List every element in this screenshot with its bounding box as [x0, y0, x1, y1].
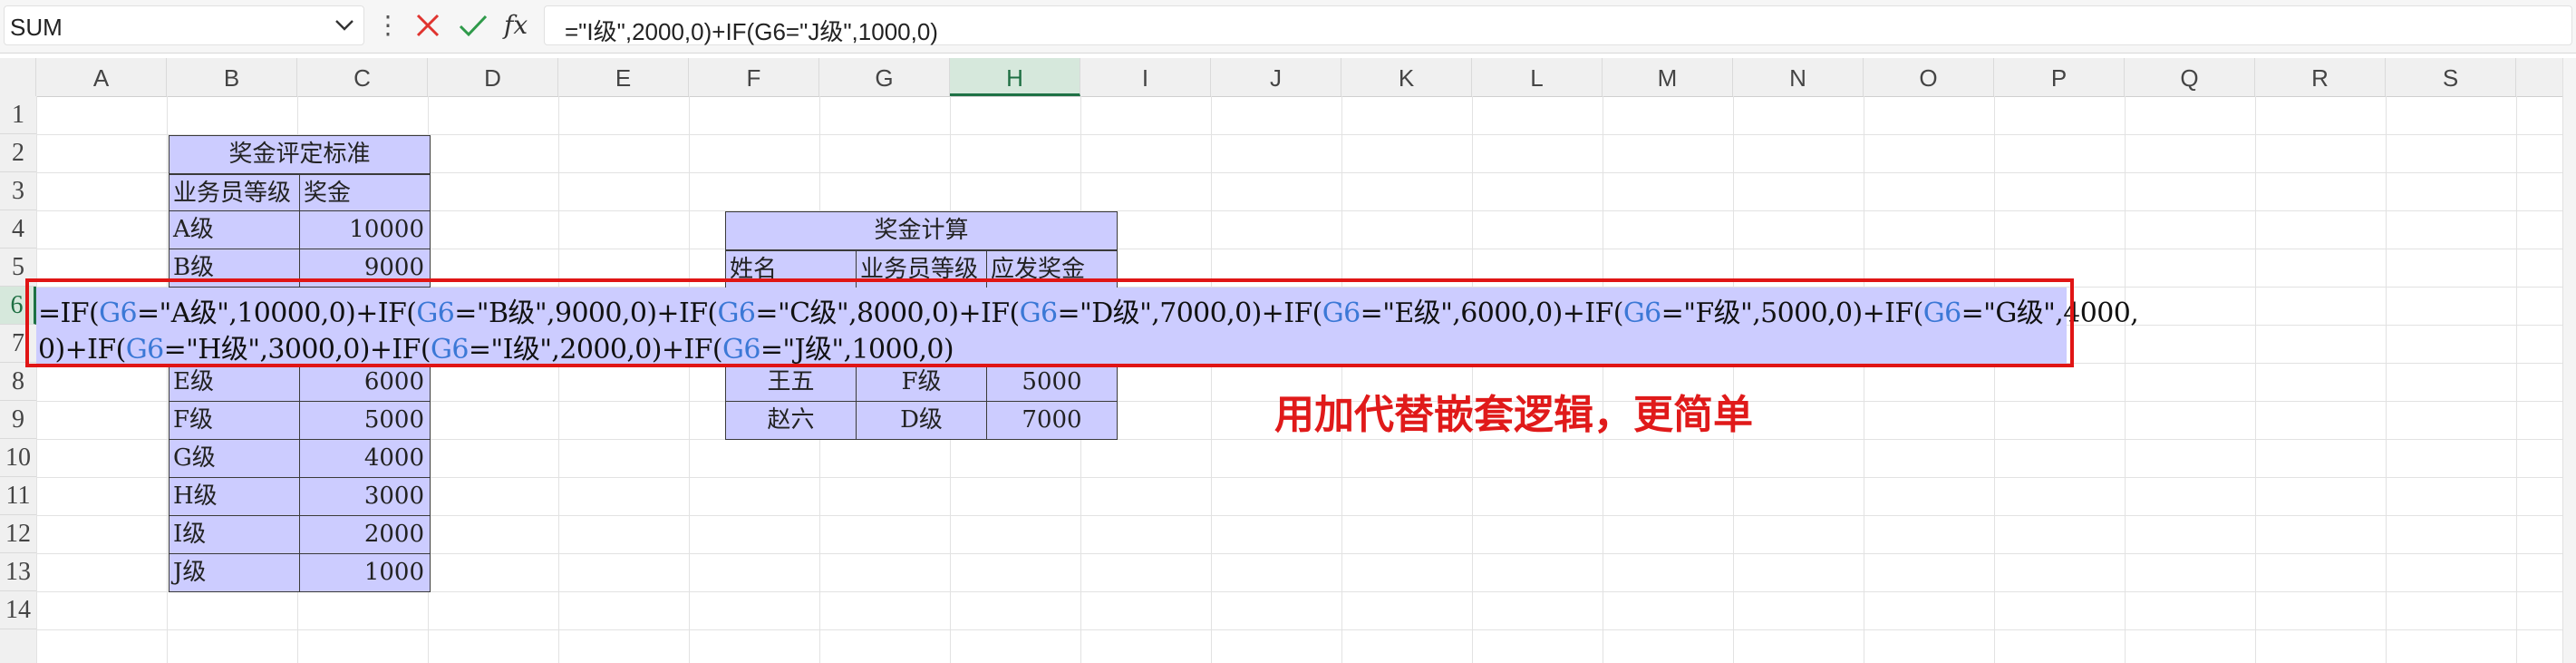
row-header-9[interactable]: 9 [0, 401, 36, 439]
formula-text: ="I级",2000,0)+IF(G6="J级",1000,0) [565, 18, 938, 45]
calc-name-cell[interactable]: 王五 [725, 363, 857, 402]
gridline-vertical [2255, 96, 2256, 663]
fx-icon[interactable]: fx [500, 7, 537, 44]
gridline-vertical [1472, 96, 1473, 663]
row-header-11[interactable]: 11 [0, 477, 36, 515]
criteria-bonus-cell[interactable]: 1000 [299, 553, 431, 592]
criteria-level-cell[interactable]: A级 [169, 210, 300, 249]
calc-name-cell[interactable]: 赵六 [725, 401, 857, 440]
row-header-13[interactable]: 13 [0, 553, 36, 591]
row-header-8[interactable]: 8 [0, 363, 36, 401]
criteria-bonus-cell[interactable]: 3000 [299, 477, 431, 516]
column-header-n[interactable]: N [1733, 58, 1864, 96]
criteria-header-bonus[interactable]: 奖金 [299, 174, 431, 212]
row-header-2[interactable]: 2 [0, 134, 36, 172]
calc-bonus-cell[interactable]: 5000 [986, 363, 1118, 402]
column-header-s[interactable]: S [2386, 58, 2516, 96]
row-header-4[interactable]: 4 [0, 210, 36, 249]
column-header-p[interactable]: P [1994, 58, 2125, 96]
gridline-vertical [36, 96, 37, 663]
criteria-bonus-cell[interactable]: 10000 [299, 210, 431, 249]
gridline-vertical [689, 96, 690, 663]
gridline-horizontal [36, 629, 2576, 630]
column-header-d[interactable]: D [428, 58, 558, 96]
column-header-q[interactable]: Q [2125, 58, 2255, 96]
gridline-vertical [558, 96, 559, 663]
select-all-corner[interactable] [0, 58, 36, 96]
name-box[interactable]: SUM [4, 5, 364, 45]
gridline-vertical [1211, 96, 1212, 663]
check-icon[interactable] [455, 7, 491, 44]
close-icon[interactable] [410, 7, 446, 44]
criteria-title[interactable]: 奖金评定标准 [169, 135, 431, 174]
column-header-c[interactable]: C [297, 58, 428, 96]
name-box-value: SUM [10, 14, 63, 41]
gridline-vertical [2516, 96, 2517, 663]
annotation-text: 用加代替嵌套逻辑，更简单 [1274, 392, 1753, 438]
criteria-level-cell[interactable]: J级 [169, 553, 300, 592]
vertical-scrollbar[interactable] [2562, 58, 2576, 663]
gridline-vertical [2386, 96, 2387, 663]
column-header-m[interactable]: M [1603, 58, 1733, 96]
column-header-f[interactable]: F [689, 58, 819, 96]
calc-bonus-cell[interactable]: 7000 [986, 401, 1118, 440]
row-header-10[interactable]: 10 [0, 439, 36, 477]
column-header-i[interactable]: I [1080, 58, 1211, 96]
column-header-o[interactable]: O [1864, 58, 1994, 96]
criteria-level-cell[interactable]: G级 [169, 439, 300, 478]
formula-input[interactable]: ="I级",2000,0)+IF(G6="J级",1000,0) [544, 5, 2572, 45]
criteria-bonus-cell[interactable]: 4000 [299, 439, 431, 478]
column-headers: ABCDEFGHIJKLMNOPQRS [0, 58, 2576, 97]
column-header-g[interactable]: G [819, 58, 950, 96]
svg-text:fx: fx [502, 10, 528, 40]
calc-level-cell[interactable]: D级 [856, 401, 987, 440]
column-header-j[interactable]: J [1211, 58, 1341, 96]
column-header-l[interactable]: L [1472, 58, 1603, 96]
criteria-level-cell[interactable]: F级 [169, 401, 300, 440]
gridline-vertical [167, 96, 168, 663]
criteria-bonus-cell[interactable]: 2000 [299, 515, 431, 554]
formula-bar: SUM ⋮ fx ="I级",2000,0)+IF(G6="J级",1000,0… [0, 0, 2576, 54]
criteria-header-level[interactable]: 业务员等级 [169, 174, 300, 212]
gridline-vertical [1733, 96, 1734, 663]
row-header-14[interactable]: 14 [0, 591, 36, 629]
criteria-level-cell[interactable]: H级 [169, 477, 300, 516]
gridline-vertical [2125, 96, 2126, 663]
chevron-down-icon[interactable] [334, 19, 354, 32]
row-header-12[interactable]: 12 [0, 515, 36, 553]
column-header-h[interactable]: H [950, 58, 1080, 96]
column-header-e[interactable]: E [558, 58, 689, 96]
criteria-level-cell[interactable]: E级 [169, 363, 300, 402]
criteria-bonus-cell[interactable]: 5000 [299, 401, 431, 440]
highlight-box [25, 278, 2074, 367]
column-header-a[interactable]: A [36, 58, 167, 96]
column-header-k[interactable]: K [1341, 58, 1472, 96]
column-header-r[interactable]: R [2255, 58, 2386, 96]
vertical-dots-icon[interactable]: ⋮ [375, 7, 401, 44]
row-header-3[interactable]: 3 [0, 172, 36, 210]
column-header-b[interactable]: B [167, 58, 297, 96]
gridline-vertical [1994, 96, 1995, 663]
row-header-1[interactable]: 1 [0, 96, 36, 134]
calc-title[interactable]: 奖金计算 [725, 211, 1118, 250]
criteria-bonus-cell[interactable]: 6000 [299, 363, 431, 402]
criteria-level-cell[interactable]: I级 [169, 515, 300, 554]
gridline-vertical [1341, 96, 1342, 663]
calc-level-cell[interactable]: F级 [856, 363, 987, 402]
